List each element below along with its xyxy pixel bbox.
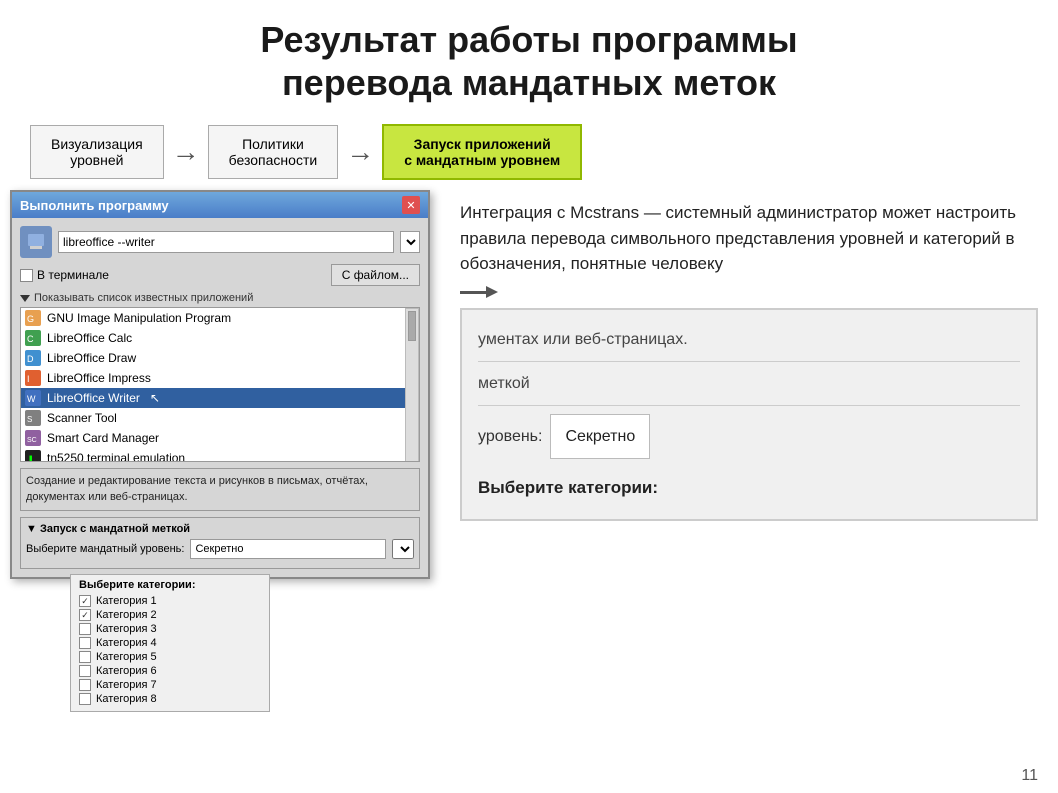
svg-text:D: D [27,354,34,364]
app-list-label: Показывать список известных приложений [20,292,420,304]
app-description: Создание и редактирование текста и рисун… [20,468,420,511]
page-number: 11 [1021,767,1038,785]
category-popup-label: Выберите категории: [79,579,261,591]
dialog-titlebar: Выполнить программу ✕ [12,192,428,218]
mandatory-level-dropdown[interactable] [392,539,414,559]
dialog-panel: Выполнить программу ✕ В терминале С фа [10,190,440,750]
scrollbar-thumb [408,311,416,341]
app-item-calc[interactable]: C LibreOffice Calc [21,328,405,348]
zoomed-line2: меткой [478,366,1020,406]
svg-text:C: C [27,334,34,344]
triangle-icon [20,295,30,302]
zoomed-level-value: Секретно [550,414,650,459]
dialog-body: В терминале С файлом... Показывать списо… [12,218,428,577]
app-item-writer[interactable]: W LibreOffice Writer ↖ [21,388,405,408]
file-button[interactable]: С файлом... [331,264,420,286]
svg-text:S: S [27,415,32,424]
mandatory-level-label: Выберите мандатный уровень: [26,543,184,555]
cat-item-4[interactable]: Категория 4 [79,637,261,649]
app-item-tn5250[interactable]: ▐ tn5250 terminal emulation [21,448,405,462]
content-area: Выполнить программу ✕ В терминале С фа [0,190,1058,750]
steps-bar: Визуализация уровней → Политики безопасн… [0,114,1058,190]
command-dropdown[interactable] [400,231,420,253]
app-item-gimp[interactable]: G GNU Image Manipulation Program [21,308,405,328]
cat-checkbox-8[interactable] [79,693,91,705]
svg-text:▐: ▐ [27,455,32,462]
terminal-checkbox-row: В терминале С файлом... [20,264,420,286]
app-list-content: G GNU Image Manipulation Program C Libre… [21,308,405,462]
step-visualization[interactable]: Визуализация уровней [30,125,164,179]
cat-checkbox-4[interactable] [79,637,91,649]
dialog-title: Выполнить программу [20,198,169,213]
dialog-close-button[interactable]: ✕ [402,196,420,214]
app-item-draw[interactable]: D LibreOffice Draw [21,348,405,368]
mandatory-level-input[interactable] [190,539,386,559]
main-title-line2: перевода мандатных меток [40,61,1018,104]
cat-item-7[interactable]: Категория 7 [79,679,261,691]
arrow-line [460,291,490,294]
zoomed-level-row: уровень: Секретно [478,410,1020,463]
svg-text:I: I [27,374,30,384]
right-panel: Интеграция с Mcstrans — системный админи… [450,190,1048,750]
cat-checkbox-5[interactable] [79,651,91,663]
step-policies[interactable]: Политики безопасности [208,125,339,179]
zoomed-panel: ументах или веб-страницах. меткой уровен… [460,308,1038,521]
app-item-scanner[interactable]: S Scanner Tool [21,408,405,428]
cat-checkbox-1[interactable] [79,595,91,607]
step-arrow-1: → [164,136,208,168]
app-list-scrollbar[interactable] [405,308,419,462]
svg-text:W: W [27,394,36,404]
category-list: Категория 1 Категория 2 Категория 3 [79,595,261,705]
app-list[interactable]: G GNU Image Manipulation Program C Libre… [20,307,420,462]
cat-item-8[interactable]: Категория 8 [79,693,261,705]
category-popup: Выберите категории: Категория 1 Категори… [70,574,270,712]
app-list-inner: G GNU Image Manipulation Program C Libre… [21,308,419,462]
info-text: Интеграция с Mcstrans — системный админи… [460,200,1038,277]
arrow-row [460,291,1038,294]
dialog-window: Выполнить программу ✕ В терминале С фа [10,190,430,579]
cat-item-3[interactable]: Категория 3 [79,623,261,635]
svg-text:G: G [27,314,34,324]
step-launch[interactable]: Запуск приложений с мандатным уровнем [382,124,582,180]
terminal-label: В терминале [37,268,109,282]
mandatory-level-row: Выберите мандатный уровень: [26,539,414,559]
mandatory-section: ▼ Запуск с мандатной меткой Выберите ман… [20,517,420,569]
cat-item-5[interactable]: Категория 5 [79,651,261,663]
cat-checkbox-6[interactable] [79,665,91,677]
dialog-input-row [20,226,420,258]
zoomed-category-label: Выберите категории: [478,469,1020,506]
svg-text:SC: SC [27,437,37,444]
cat-checkbox-7[interactable] [79,679,91,691]
step-arrow-2: → [338,136,382,168]
cat-checkbox-3[interactable] [79,623,91,635]
scanner-tool-label: Scanner Tool [47,411,117,425]
cat-item-2[interactable]: Категория 2 [79,609,261,621]
cat-checkbox-2[interactable] [79,609,91,621]
zoomed-level-label: уровень: [478,419,542,454]
cursor-icon: ↖ [150,391,160,405]
terminal-checkbox[interactable] [20,269,33,282]
cat-item-6[interactable]: Категория 6 [79,665,261,677]
app-item-impress[interactable]: I LibreOffice Impress [21,368,405,388]
arrow-head [486,286,498,298]
app-icon [20,226,52,258]
mandatory-title: ▼ Запуск с мандатной меткой [26,523,414,535]
zoomed-line1: ументах или веб-страницах. [478,322,1020,362]
cat-item-1[interactable]: Категория 1 [79,595,261,607]
app-item-smartcard[interactable]: SC Smart Card Manager [21,428,405,448]
main-title-line1: Результат работы программы [40,18,1018,61]
title-section: Результат работы программы перевода манд… [0,0,1058,114]
command-input[interactable] [58,231,394,253]
